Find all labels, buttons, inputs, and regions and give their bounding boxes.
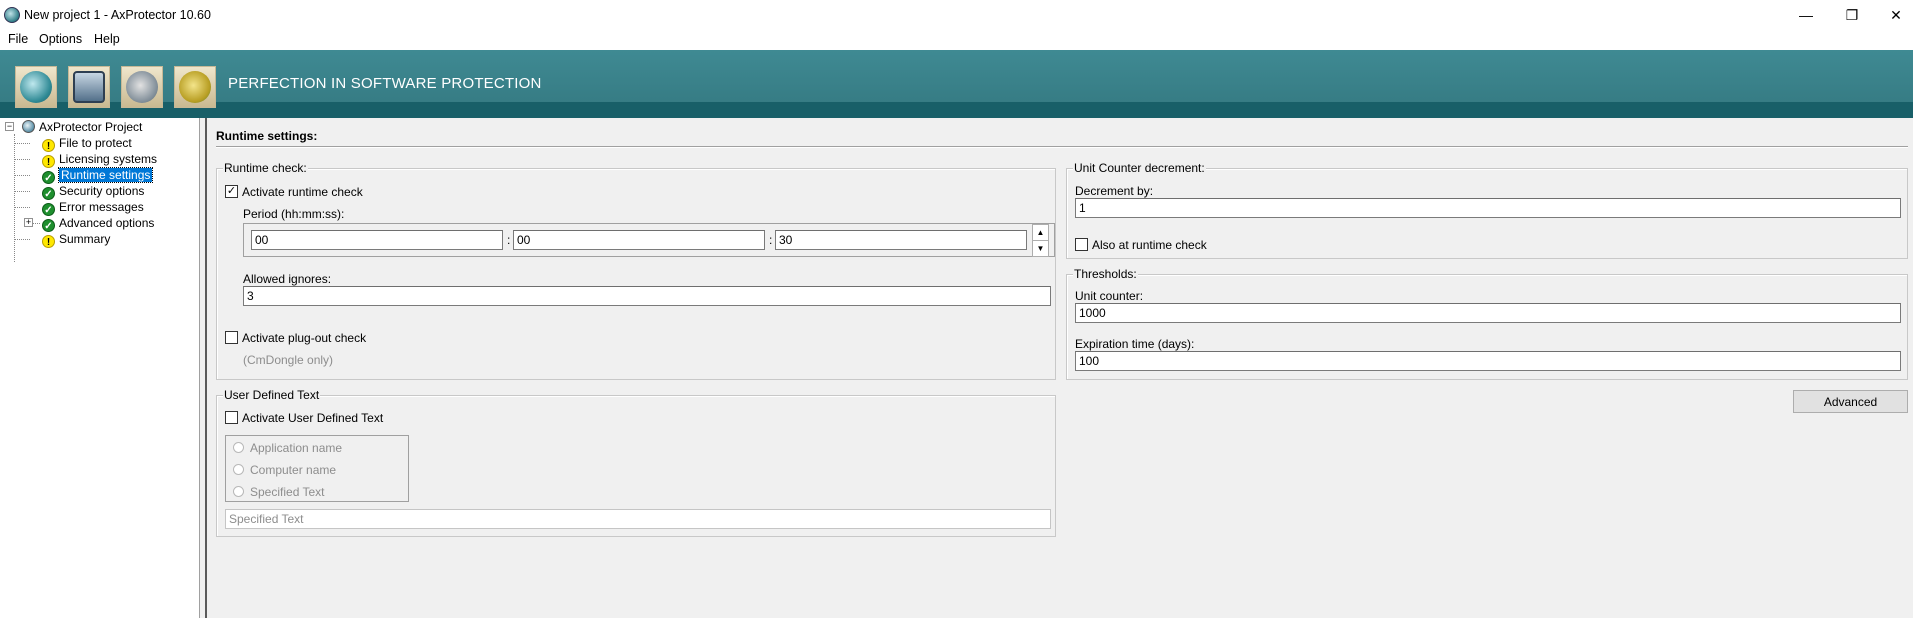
radio-specified-text[interactable]: [233, 486, 244, 497]
spin-up-button[interactable]: ▲: [1032, 224, 1049, 241]
divider: [216, 146, 1908, 148]
decrement-by-label: Decrement by:: [1075, 184, 1154, 198]
menu-help[interactable]: Help: [94, 32, 120, 46]
specified-text-input[interactable]: Specified Text: [225, 509, 1051, 529]
tree-root-label: AxProtector Project: [39, 120, 143, 134]
spin-down-button[interactable]: ▼: [1032, 240, 1049, 257]
tree-item-security-options[interactable]: ✓ Security options: [42, 183, 145, 200]
plugout-note: (CmDongle only): [243, 353, 334, 367]
project-tree[interactable]: − AxProtector Project ! File to protect !…: [0, 118, 200, 618]
also-runtime-label: Also at runtime check: [1092, 238, 1207, 252]
unit-counter-decrement-legend: Unit Counter decrement:: [1073, 161, 1206, 175]
title-bar: [0, 0, 1913, 30]
menu-options[interactable]: Options: [39, 32, 82, 46]
tree-item-runtime-settings[interactable]: ✓ Runtime settings: [42, 167, 154, 184]
thresholds-group: Thresholds: Unit counter: 1000 Expiratio…: [1066, 267, 1908, 380]
expiration-time-label: Expiration time (days):: [1075, 337, 1195, 351]
dongle-icon: [126, 71, 158, 103]
computer-name-label: Computer name: [250, 463, 337, 477]
period-label: Period (hh:mm:ss):: [243, 207, 345, 221]
arrow-down-icon: ▼: [1036, 244, 1045, 253]
gear-icon: [179, 71, 211, 103]
project-icon: [22, 120, 35, 133]
tree-item-label: Security options: [59, 184, 145, 198]
unit-counter-input[interactable]: 1000: [1075, 303, 1901, 323]
window-title: New project 1 - AxProtector 10.60: [24, 8, 211, 22]
specified-text-label: Specified Text: [250, 485, 325, 499]
tree-item-label: Advanced options: [59, 216, 155, 230]
activate-runtime-check-label: Activate runtime check: [242, 185, 363, 199]
activate-user-text-checkbox[interactable]: [225, 411, 238, 424]
period-minutes-input[interactable]: 00: [513, 230, 765, 250]
also-runtime-checkbox[interactable]: [1075, 238, 1088, 251]
minimize-button[interactable]: —: [1783, 0, 1829, 30]
tree-root[interactable]: AxProtector Project: [22, 119, 142, 135]
menu-file[interactable]: File: [8, 32, 28, 46]
tree-item-file-to-protect[interactable]: ! File to protect: [42, 135, 132, 152]
tree-item-label: Licensing systems: [59, 152, 158, 166]
expiration-time-input[interactable]: 100: [1075, 351, 1901, 371]
toolbar-gear-button[interactable]: [174, 66, 216, 108]
toolbar-dongle-button[interactable]: [121, 66, 163, 108]
tree-item-error-messages[interactable]: ✓ Error messages: [42, 199, 144, 216]
warning-icon: !: [42, 235, 55, 248]
splitter[interactable]: [201, 118, 207, 618]
tree-item-licensing-systems[interactable]: ! Licensing systems: [42, 151, 158, 168]
tree-item-label: Error messages: [59, 200, 144, 214]
tree-collapse-root[interactable]: −: [5, 122, 14, 131]
allowed-ignores-input[interactable]: 3: [243, 286, 1051, 306]
user-defined-text-group: User Defined Text Activate User Defined …: [216, 388, 1056, 537]
banner-tagline: PERFECTION IN SOFTWARE PROTECTION: [228, 75, 542, 92]
arrow-up-icon: ▲: [1036, 228, 1045, 237]
tree-item-advanced-options[interactable]: ✓ Advanced options: [42, 215, 155, 232]
unit-counter-decrement-group: Unit Counter decrement: Decrement by: 1 …: [1066, 161, 1908, 259]
activate-plugout-checkbox[interactable]: [225, 331, 238, 344]
runtime-check-group: Runtime check: ✓ Activate runtime check …: [216, 161, 1056, 380]
period-seconds-input[interactable]: 30: [775, 230, 1027, 250]
user-defined-text-legend: User Defined Text: [223, 388, 321, 402]
runtime-check-legend: Runtime check:: [223, 161, 308, 175]
radio-application-name[interactable]: [233, 442, 244, 453]
activate-plugout-label: Activate plug-out check: [242, 331, 367, 345]
tree-item-summary[interactable]: ! Summary: [42, 231, 111, 248]
unit-counter-label: Unit counter:: [1075, 289, 1144, 303]
menu-bar: [0, 30, 1913, 50]
time-separator: :: [507, 233, 511, 247]
close-button[interactable]: ✕: [1873, 0, 1913, 30]
activate-runtime-check-checkbox[interactable]: ✓: [225, 185, 238, 198]
toolbar-settings-button[interactable]: [68, 66, 110, 108]
period-hours-input[interactable]: 00: [251, 230, 503, 250]
tree-expand-advanced[interactable]: +: [24, 218, 33, 227]
radio-computer-name[interactable]: [233, 464, 244, 475]
time-separator: :: [769, 233, 773, 247]
restore-button[interactable]: ❐: [1829, 0, 1875, 30]
banner-strip: [0, 102, 1913, 118]
allowed-ignores-label: Allowed ignores:: [243, 272, 332, 286]
page-title: Runtime settings:: [216, 129, 318, 143]
tree-item-label: File to protect: [59, 136, 132, 150]
run-icon: [20, 71, 52, 103]
settings-screen-icon: [73, 71, 105, 103]
activate-user-text-label: Activate User Defined Text: [242, 411, 384, 425]
decrement-by-input[interactable]: 1: [1075, 198, 1901, 218]
app-icon: [4, 7, 20, 23]
thresholds-legend: Thresholds:: [1073, 267, 1138, 281]
application-name-label: Application name: [250, 441, 343, 455]
tree-item-label: Runtime settings: [57, 167, 154, 183]
toolbar-run-button[interactable]: [15, 66, 57, 108]
tree-item-label: Summary: [59, 232, 111, 246]
advanced-button[interactable]: Advanced: [1793, 390, 1908, 413]
